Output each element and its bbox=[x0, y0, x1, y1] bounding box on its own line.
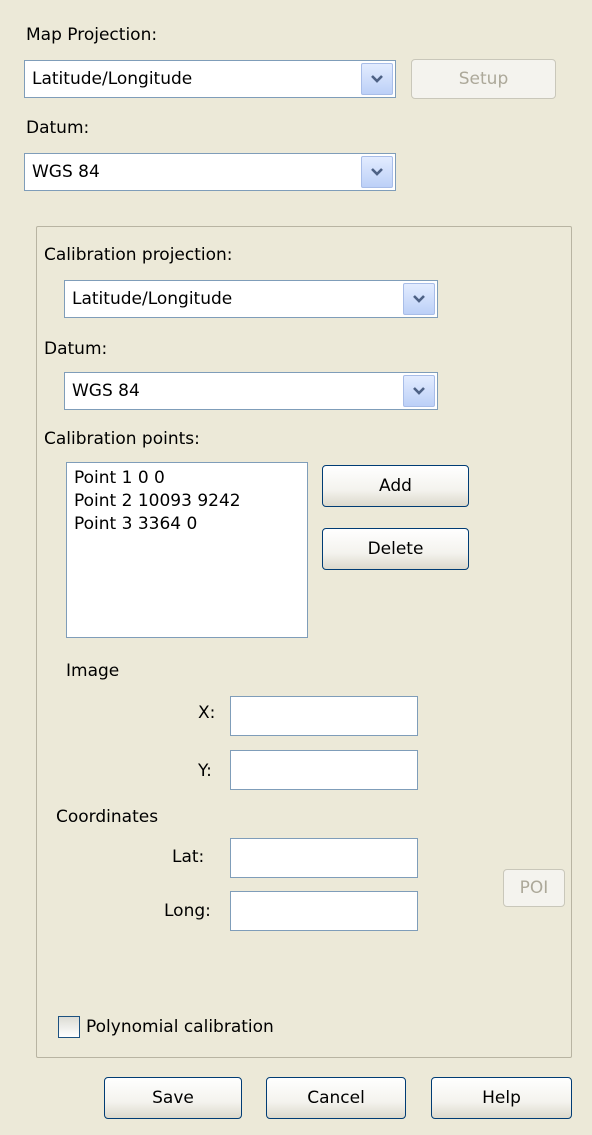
long-label: Long: bbox=[164, 901, 211, 921]
calibration-datum-select[interactable]: WGS 84 bbox=[64, 372, 438, 410]
datum-select[interactable]: WGS 84 bbox=[24, 153, 396, 191]
list-item[interactable]: Point 2 10093 9242 bbox=[74, 490, 300, 513]
calibration-datum-label: Datum: bbox=[44, 339, 108, 359]
list-item[interactable]: Point 3 3364 0 bbox=[74, 513, 300, 536]
map-projection-label: Map Projection: bbox=[26, 25, 158, 45]
setup-button[interactable]: Setup bbox=[411, 59, 556, 99]
calibration-group bbox=[36, 226, 572, 1058]
cancel-button[interactable]: Cancel bbox=[266, 1077, 406, 1119]
map-projection-value: Latitude/Longitude bbox=[32, 69, 193, 89]
y-input[interactable] bbox=[230, 750, 418, 790]
calibration-projection-label: Calibration projection: bbox=[44, 245, 233, 265]
datum-value: WGS 84 bbox=[32, 162, 100, 182]
long-input[interactable] bbox=[230, 891, 418, 931]
chevron-down-icon[interactable] bbox=[361, 63, 393, 95]
delete-button[interactable]: Delete bbox=[322, 528, 469, 570]
save-button[interactable]: Save bbox=[104, 1077, 242, 1119]
coordinates-section-label: Coordinates bbox=[56, 807, 159, 827]
map-projection-select[interactable]: Latitude/Longitude bbox=[24, 60, 396, 98]
lat-label: Lat: bbox=[172, 847, 205, 867]
calibration-projection-select[interactable]: Latitude/Longitude bbox=[64, 280, 438, 318]
image-section-label: Image bbox=[66, 661, 120, 681]
x-input[interactable] bbox=[230, 696, 418, 736]
list-item[interactable]: Point 1 0 0 bbox=[74, 467, 300, 490]
calibration-points-label: Calibration points: bbox=[44, 429, 200, 449]
calibration-projection-value: Latitude/Longitude bbox=[72, 289, 233, 309]
add-button[interactable]: Add bbox=[322, 465, 469, 507]
calibration-datum-value: WGS 84 bbox=[72, 381, 140, 401]
y-label: Y: bbox=[198, 761, 212, 781]
calibration-points-list[interactable]: Point 1 0 0 Point 2 10093 9242 Point 3 3… bbox=[66, 462, 308, 638]
poi-button[interactable]: POI bbox=[503, 869, 565, 907]
x-label: X: bbox=[198, 703, 216, 723]
polynomial-calibration-label[interactable]: Polynomial calibration bbox=[86, 1016, 274, 1038]
help-button[interactable]: Help bbox=[431, 1077, 572, 1119]
chevron-down-icon[interactable] bbox=[361, 156, 393, 188]
chevron-down-icon[interactable] bbox=[403, 375, 435, 407]
chevron-down-icon[interactable] bbox=[403, 283, 435, 315]
datum-label: Datum: bbox=[26, 118, 90, 138]
polynomial-calibration-checkbox[interactable] bbox=[58, 1016, 80, 1038]
lat-input[interactable] bbox=[230, 838, 418, 878]
